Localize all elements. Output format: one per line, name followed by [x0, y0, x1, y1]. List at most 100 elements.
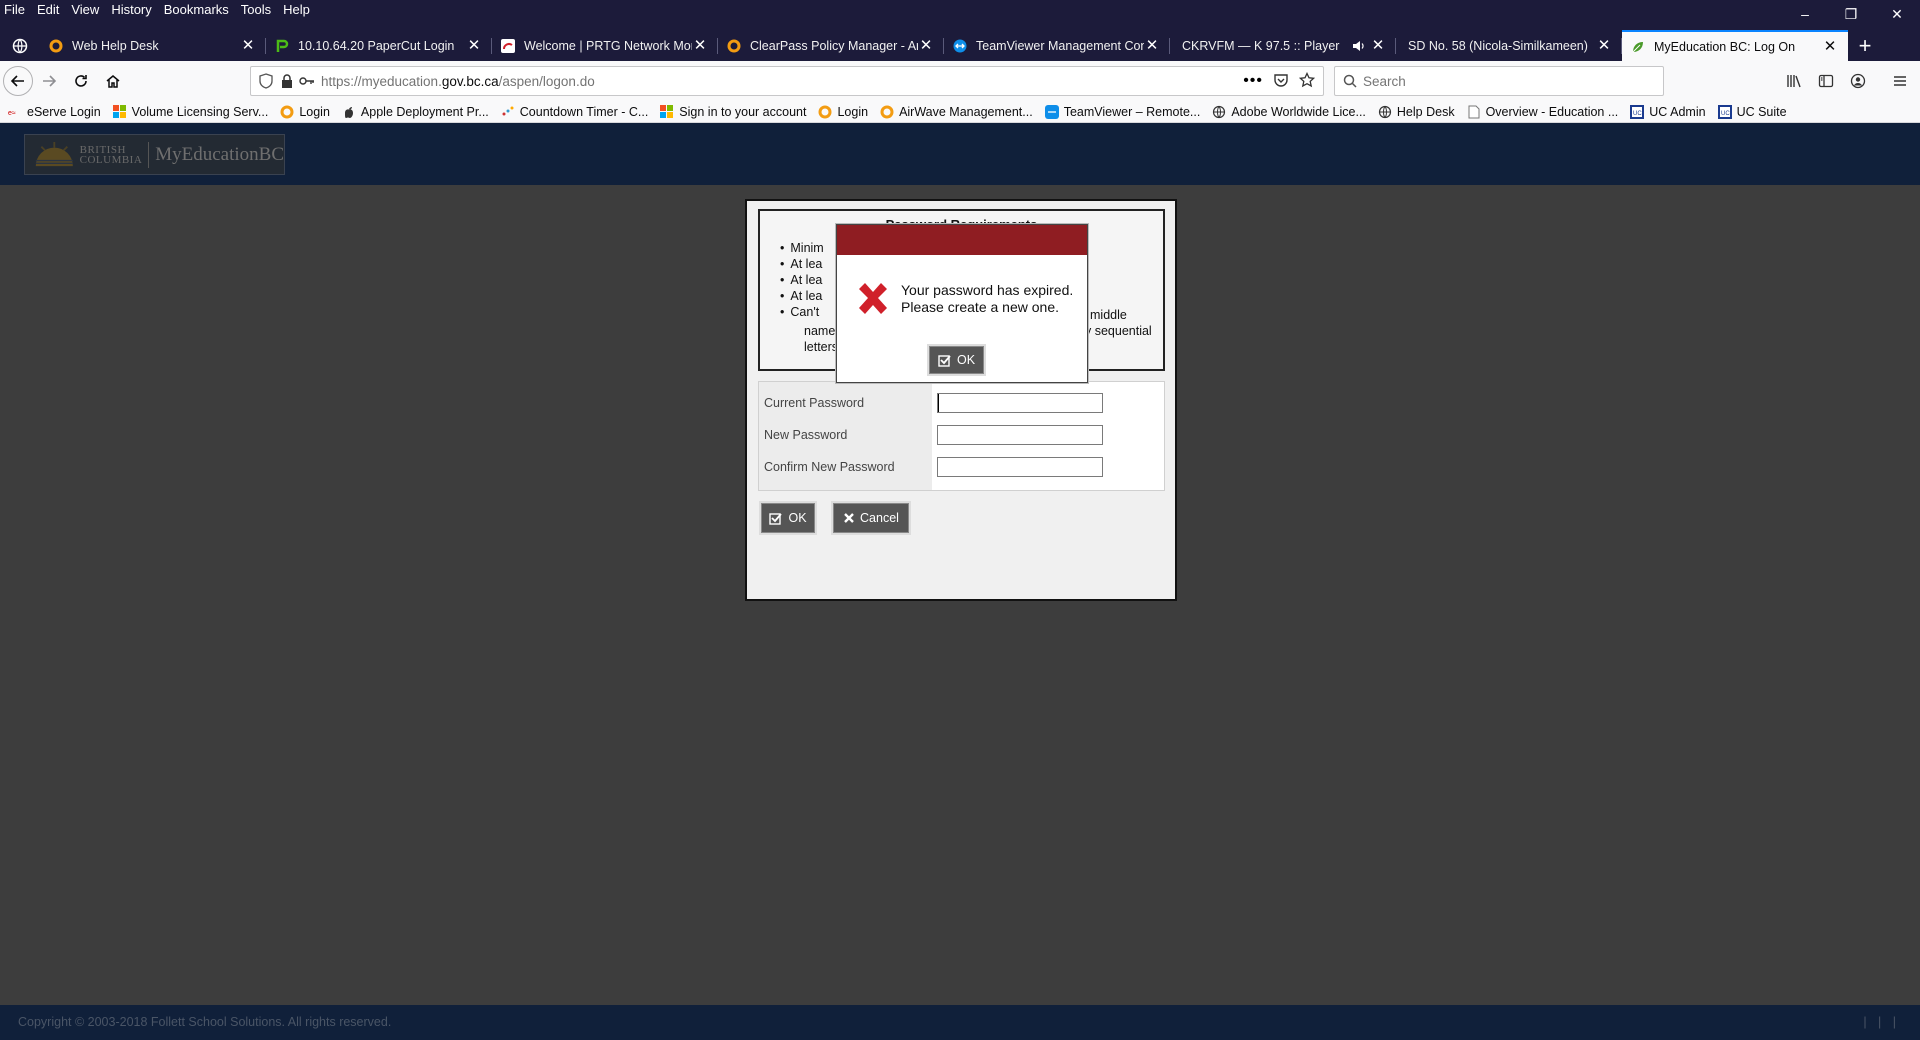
home-button[interactable]: [97, 65, 129, 97]
close-icon[interactable]: ✕: [1144, 37, 1160, 54]
bookmarks-toolbar: e≈ eServe Login Volume Licensing Serv... …: [0, 101, 1920, 123]
menu-history[interactable]: History: [105, 0, 157, 20]
tab-bar: Web Help Desk ✕ 10.10.64.20 PaperCut Log…: [0, 30, 1920, 61]
tab-clearpass[interactable]: ClearPass Policy Manager - Aru ✕: [718, 30, 944, 61]
forward-button[interactable]: [33, 65, 65, 97]
menu-tools[interactable]: Tools: [235, 0, 277, 20]
confirm-password-input[interactable]: [937, 457, 1103, 477]
shield-icon[interactable]: [259, 73, 273, 89]
page-actions-icon[interactable]: •••: [1243, 72, 1263, 90]
bookmark-login[interactable]: Login: [280, 105, 330, 119]
microsoft-icon: [660, 104, 674, 119]
search-input[interactable]: [1363, 73, 1653, 89]
logo-line-2: COLUMBIA: [79, 153, 143, 166]
close-window-button[interactable]: ✕: [1874, 0, 1920, 28]
bookmark-login-2[interactable]: Login: [818, 105, 868, 119]
close-icon[interactable]: ✕: [466, 37, 482, 54]
bookmark-countdown[interactable]: Countdown Timer - C...: [501, 105, 648, 119]
bookmark-eserve[interactable]: e≈ eServe Login: [8, 105, 101, 119]
pocket-icon[interactable]: [1273, 72, 1289, 91]
new-tab-button[interactable]: +: [1848, 30, 1882, 61]
sidebar-icon[interactable]: [1810, 65, 1842, 97]
bookmark-teamviewer[interactable]: TeamViewer – Remote...: [1044, 104, 1201, 119]
bookmark-volume-licensing[interactable]: Volume Licensing Serv...: [112, 104, 269, 119]
close-icon[interactable]: ✕: [1822, 38, 1838, 55]
dialog-ok-button[interactable]: OK: [929, 346, 984, 374]
tab-teamviewer[interactable]: TeamViewer Management Con ✕: [944, 30, 1170, 61]
current-password-label: Current Password: [764, 396, 865, 410]
ok-button[interactable]: OK: [761, 503, 815, 533]
restore-button[interactable]: ❐: [1828, 0, 1874, 28]
checkbox-check-icon: [769, 512, 783, 525]
close-icon[interactable]: ✕: [240, 37, 256, 54]
close-icon[interactable]: ✕: [1370, 37, 1386, 54]
dialog-message-line: Your password has expired.: [901, 282, 1074, 298]
globe-icon: [1378, 105, 1392, 119]
tab-myeducation[interactable]: MyEducation BC: Log On ✕: [1622, 30, 1848, 61]
bookmark-star-icon[interactable]: [1298, 71, 1316, 91]
bookmark-uc-admin[interactable]: UC UC Admin: [1630, 104, 1706, 119]
close-icon[interactable]: ✕: [1596, 37, 1612, 54]
window-controls: – ❐ ✕: [1782, 0, 1920, 28]
requirement-continuation: y sequential: [1085, 324, 1152, 338]
orange-ring-icon: [280, 105, 294, 119]
bookmark-apple-deployment[interactable]: Apple Deployment Pr...: [342, 105, 489, 119]
globe-icon: [1212, 105, 1226, 119]
menu-file[interactable]: File: [0, 0, 31, 20]
tab-title: CKRVFM — K 97.5 :: Player: [1182, 38, 1340, 53]
menu-bookmarks[interactable]: Bookmarks: [158, 0, 235, 20]
bookmark-label: TeamViewer – Remote...: [1063, 104, 1201, 119]
page-icon: [1467, 105, 1481, 119]
new-password-row: New Password: [759, 422, 1164, 448]
tab-web-help-desk[interactable]: Web Help Desk ✕: [40, 30, 266, 61]
orange-ring-icon: [48, 38, 64, 54]
bookmark-label: Apple Deployment Pr...: [360, 104, 489, 119]
myeducationbc-logo[interactable]: BRITISH COLUMBIA MyEducationBC: [24, 134, 285, 175]
svg-text:e≈: e≈: [8, 110, 16, 117]
tab-ckrvfm[interactable]: CKRVFM — K 97.5 :: Player ✕: [1170, 30, 1396, 61]
back-button[interactable]: [3, 66, 33, 96]
url-bar[interactable]: https://myeducation.gov.bc.ca/aspen/logo…: [250, 66, 1324, 96]
menu-view[interactable]: View: [65, 0, 105, 20]
current-password-input[interactable]: [937, 393, 1103, 413]
minimize-button[interactable]: –: [1782, 0, 1828, 28]
new-password-input[interactable]: [937, 425, 1103, 445]
speaker-icon[interactable]: [1350, 38, 1366, 54]
bookmark-label: UC Suite: [1736, 104, 1787, 119]
search-bar[interactable]: [1334, 66, 1664, 96]
url-actions: •••: [1243, 71, 1323, 91]
hamburger-menu-icon[interactable]: [1884, 65, 1916, 97]
bookmark-label: Overview - Education ...: [1485, 104, 1619, 119]
tab-papercut[interactable]: 10.10.64.20 PaperCut Login ✕: [266, 30, 492, 61]
close-icon[interactable]: ✕: [918, 37, 934, 54]
bookmark-sign-in[interactable]: Sign in to your account: [660, 104, 806, 119]
uc-icon: UC: [1630, 104, 1645, 119]
bookmark-adobe[interactable]: Adobe Worldwide Lice...: [1212, 105, 1366, 119]
close-icon[interactable]: ✕: [692, 37, 708, 54]
bookmark-airwave[interactable]: AirWave Management...: [880, 105, 1033, 119]
url-path: /aspen/logon.do: [498, 73, 595, 89]
tab-prtg[interactable]: Welcome | PRTG Network Moni ✕: [492, 30, 718, 61]
tab-title: ClearPass Policy Manager - Aru: [750, 38, 918, 53]
library-icon[interactable]: [1778, 65, 1810, 97]
tab-sd58[interactable]: SD No. 58 (Nicola-Similkameen) ✕: [1396, 30, 1622, 61]
bookmark-overview[interactable]: Overview - Education ...: [1467, 104, 1619, 119]
password-expired-dialog: Your password has expired. Please create…: [836, 224, 1088, 383]
logo-province-text: BRITISH COLUMBIA: [79, 144, 143, 166]
prtg-icon: [500, 38, 516, 54]
lock-icon[interactable]: [281, 74, 293, 88]
url-text[interactable]: https://myeducation.gov.bc.ca/aspen/logo…: [315, 74, 1243, 89]
menu-help[interactable]: Help: [277, 0, 316, 20]
menu-edit[interactable]: Edit: [31, 0, 65, 20]
firefox-view-icon[interactable]: [0, 30, 40, 61]
key-icon[interactable]: [299, 75, 315, 87]
account-icon[interactable]: [1842, 65, 1874, 97]
bookmark-label: Help Desk: [1396, 104, 1455, 119]
bookmark-label: Volume Licensing Serv...: [131, 104, 269, 119]
cancel-button[interactable]: Cancel: [833, 503, 909, 533]
bookmark-uc-suite[interactable]: UC UC Suite: [1717, 104, 1787, 119]
bookmark-label: AirWave Management...: [899, 104, 1033, 119]
bookmark-help-desk[interactable]: Help Desk: [1378, 105, 1455, 119]
reload-button[interactable]: [65, 65, 97, 97]
logo-name: MyEducationBC: [155, 143, 284, 165]
